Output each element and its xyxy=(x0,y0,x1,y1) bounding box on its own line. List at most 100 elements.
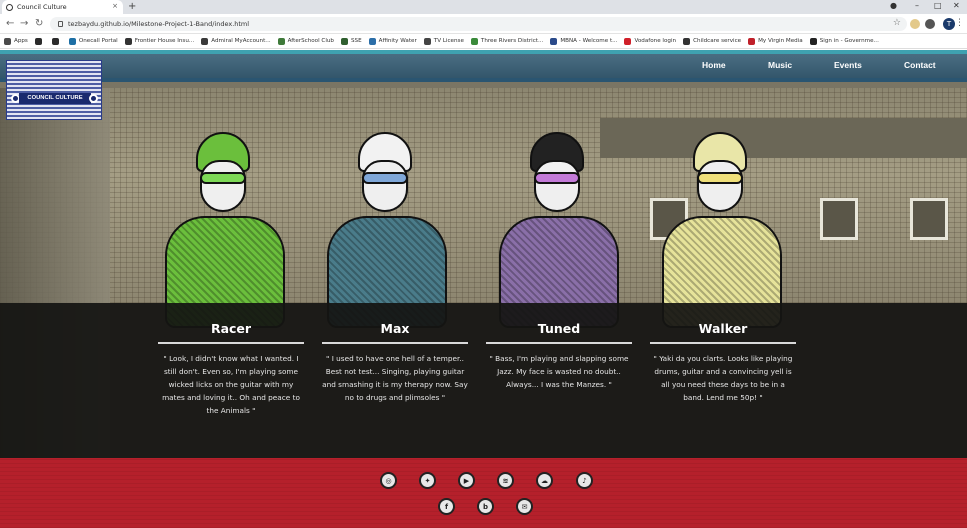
background-window xyxy=(820,198,858,240)
tab-close-icon[interactable]: × xyxy=(112,2,118,10)
band-website: Home Music Events Contact COUNCIL CULTUR… xyxy=(0,50,967,528)
bookmarks-bar: Apps Onecall Portal Frontier House Insu...… xyxy=(0,34,967,49)
bookmark-label: SSE xyxy=(350,38,362,44)
bookmark-favicon-icon xyxy=(51,37,59,45)
bookmark-label: Frontier House Insu... xyxy=(134,38,195,44)
bookmark-label: Admiral MyAccount... xyxy=(211,38,271,44)
member-name: Walker xyxy=(698,321,748,336)
bookmark-label: Childcare service xyxy=(693,38,742,44)
bookmark-item[interactable]: Childcare service xyxy=(683,37,742,45)
bookmark-star-icon[interactable]: ☆ xyxy=(893,18,901,28)
nav-home[interactable]: Home xyxy=(702,60,726,70)
bookmark-item[interactable]: AfterSchool Club xyxy=(277,37,334,45)
bookmark-label: Three Rivers District... xyxy=(480,38,544,44)
window-minimize-button[interactable]: – xyxy=(915,1,919,10)
profile-avatar[interactable]: T xyxy=(943,18,955,30)
window-close-button[interactable]: ✕ xyxy=(953,1,960,10)
extension-icon[interactable] xyxy=(910,19,920,29)
bookmark-favicon-icon xyxy=(683,37,691,45)
bookmark-label: TV License xyxy=(433,38,464,44)
bookmark-favicon-icon xyxy=(277,37,285,45)
bookmark-item[interactable]: MBNA - Welcome t... xyxy=(550,37,617,45)
bookmark-favicon-icon xyxy=(624,37,632,45)
bookmark-label: Affinity Water xyxy=(378,38,417,44)
bookmark-item[interactable]: Frontier House Insu... xyxy=(124,37,195,45)
member-divider xyxy=(322,342,468,344)
nav-contact[interactable]: Contact xyxy=(904,60,936,70)
bookmark-item[interactable]: My Virgin Media xyxy=(748,37,803,45)
back-icon[interactable]: ← xyxy=(6,18,14,29)
member-face xyxy=(200,160,246,212)
member-name: Max xyxy=(380,321,410,336)
bookmark-item[interactable]: Sign in - Governme... xyxy=(809,37,879,45)
instagram-icon[interactable]: ◎ xyxy=(380,472,397,489)
bookmark-favicon-icon xyxy=(748,37,756,45)
extensions-puzzle-icon[interactable] xyxy=(925,19,935,29)
member-name: Racer xyxy=(210,321,252,336)
logo-loop-icon xyxy=(89,94,98,103)
bookmark-item[interactable]: Onecall Portal xyxy=(68,37,118,45)
bookmark-favicon-icon xyxy=(201,37,209,45)
member-sunglasses xyxy=(534,172,580,184)
member-name: Tuned xyxy=(537,321,581,336)
member-sunglasses xyxy=(200,172,246,184)
facebook-icon[interactable]: f xyxy=(438,498,455,515)
member-quote: " Yaki da you clarts. Looks like playing… xyxy=(653,354,793,402)
members-section: Racer " Look, I didn't know what I wanted… xyxy=(0,303,967,458)
bookmark-label: Onecall Portal xyxy=(78,38,118,44)
member-sunglasses xyxy=(362,172,408,184)
nav-music[interactable]: Music xyxy=(768,60,792,70)
site-nav: Home Music Events Contact xyxy=(0,54,967,82)
bookmark-favicon-icon xyxy=(368,37,376,45)
bookmark-item[interactable]: SSE xyxy=(340,37,362,45)
bookmark-label: Vodafone login xyxy=(634,38,677,44)
bookmark-label: Sign in - Governme... xyxy=(819,38,879,44)
member-quote: " I used to have one hell of a temper.. … xyxy=(322,354,468,402)
twitter-icon[interactable]: ✦ xyxy=(419,472,436,489)
bookmark-item[interactable]: Vodafone login xyxy=(624,37,677,45)
window-maximize-button[interactable]: □ xyxy=(934,1,942,10)
bookmark-label: Apps xyxy=(14,38,28,44)
bookmark-item[interactable] xyxy=(51,37,62,45)
new-tab-button[interactable]: + xyxy=(128,1,136,12)
bookmark-favicon-icon xyxy=(4,37,11,45)
member-divider xyxy=(650,342,796,344)
member-sunglasses xyxy=(697,172,743,184)
nav-events[interactable]: Events xyxy=(834,60,862,70)
bookmark-favicon-icon xyxy=(68,37,76,45)
reload-icon[interactable]: ↻ xyxy=(35,18,43,29)
bookmark-item[interactable]: Three Rivers District... xyxy=(470,37,544,45)
browser-menu-icon[interactable]: ⋮ xyxy=(955,18,964,28)
bookmark-favicon-icon xyxy=(809,37,817,45)
bookmark-label: My Virgin Media xyxy=(758,38,803,44)
member-card: Walker " Yaki da you clarts. Looks like p… xyxy=(648,321,798,404)
member-quote: " Look, I didn't know what I wanted. I s… xyxy=(162,354,300,415)
bookmark-favicon-icon xyxy=(34,37,42,45)
minimize-icon[interactable]: ● xyxy=(890,1,897,10)
bookmark-item[interactable]: Admiral MyAccount... xyxy=(201,37,271,45)
url-field[interactable]: tezbaydu.github.io/Milestone-Project-1-B… xyxy=(50,17,907,31)
url-text: tezbaydu.github.io/Milestone-Project-1-B… xyxy=(68,20,250,28)
member-portrait xyxy=(494,132,624,328)
youtube-icon[interactable]: ▶ xyxy=(458,472,475,489)
bandcamp-icon[interactable]: b xyxy=(477,498,494,515)
soundcloud-icon[interactable]: ☁ xyxy=(536,472,553,489)
spotify-icon[interactable]: ≋ xyxy=(497,472,514,489)
site-favicon-icon xyxy=(6,3,13,11)
browser-tab[interactable]: Council Culture × xyxy=(2,0,123,14)
email-icon[interactable]: ✉ xyxy=(516,498,533,515)
apple-music-icon[interactable]: ♪ xyxy=(576,472,593,489)
member-face xyxy=(362,160,408,212)
lock-icon xyxy=(58,21,63,27)
member-card: Max " I used to have one hell of a temper… xyxy=(320,321,470,404)
bookmark-item[interactable]: Affinity Water xyxy=(368,37,417,45)
member-quote: " Bass, I'm playing and slapping some Ja… xyxy=(489,354,629,389)
logo-text: COUNCIL CULTURE xyxy=(19,93,91,104)
site-logo[interactable]: COUNCIL CULTURE xyxy=(6,60,102,120)
bookmark-item[interactable]: TV License xyxy=(423,37,464,45)
bookmark-item[interactable]: Apps xyxy=(4,37,28,45)
background-window xyxy=(910,198,948,240)
bookmark-item[interactable] xyxy=(34,37,45,45)
bookmark-label: AfterSchool Club xyxy=(287,38,334,44)
forward-icon[interactable]: → xyxy=(20,18,28,29)
